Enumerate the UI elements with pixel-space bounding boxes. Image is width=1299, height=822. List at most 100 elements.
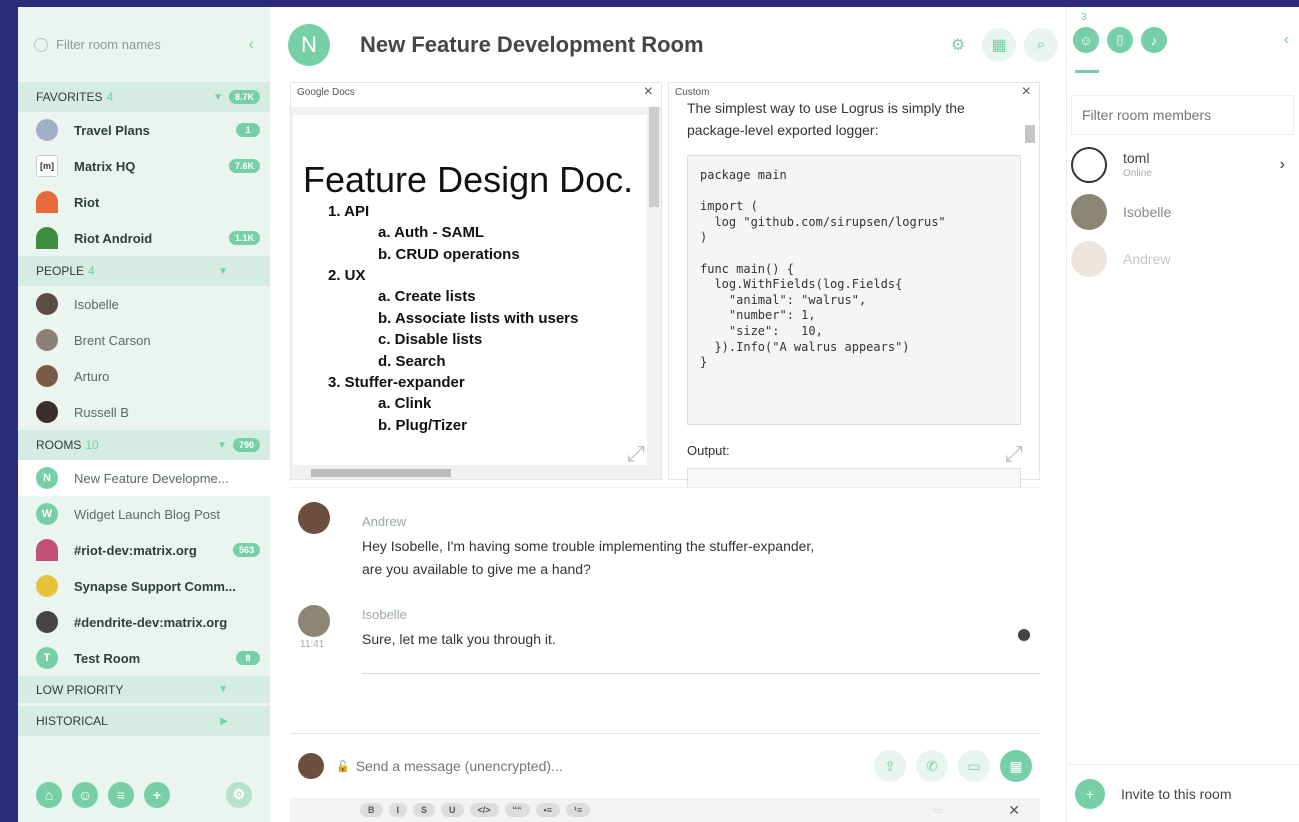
quote-button[interactable]: ““ — [504, 803, 530, 817]
room-filter-placeholder: Filter room names — [56, 37, 161, 52]
close-icon[interactable]: ✕ — [1008, 802, 1020, 819]
person-name: Arturo — [74, 368, 110, 384]
sender-name[interactable]: Isobelle — [362, 595, 1040, 622]
custom-widget[interactable]: Custom × The simplest way to use Logrus … — [668, 82, 1040, 488]
notifications-icon[interactable]: ♪ — [1141, 27, 1167, 53]
home-icon[interactable]: ⌂ — [36, 781, 62, 808]
message[interactable]: Isobelle 11:41 Sure, let me talk you thr… — [290, 595, 1040, 651]
chevron-right-icon: ▶ — [220, 715, 228, 727]
italic-button[interactable]: I — [388, 803, 408, 817]
people-count: 4 — [88, 264, 95, 278]
chevron-down-icon: ▼ — [213, 91, 223, 103]
room-name: Riot Android — [74, 230, 153, 246]
people-section-header[interactable]: PEOPLE 4 ▼ — [18, 256, 270, 286]
numbered-list-button[interactable]: ¹≡ — [565, 803, 591, 817]
room-dendrite-dev[interactable]: #dendrite-dev:matrix.org — [18, 604, 270, 640]
matrix-logo-icon: [m] — [36, 155, 58, 177]
member-item[interactable]: Isobelle — [1067, 188, 1299, 235]
collapse-sidebar-icon[interactable]: ‹ — [249, 36, 254, 54]
message-body: Hey Isobelle, I'm having some trouble im… — [362, 535, 1040, 581]
search-icon[interactable]: ⌕ — [1024, 27, 1058, 62]
strikethrough-button[interactable]: S — [413, 803, 436, 817]
room-riot-dev[interactable]: #riot-dev:matrix.org 563 — [18, 532, 270, 568]
message-composer: 🔓 ⇪ ✆ ▭ ▦ — [290, 733, 1040, 798]
avatar[interactable] — [298, 502, 330, 534]
timestamp: 11:41 — [300, 639, 325, 650]
message-input[interactable] — [355, 758, 864, 774]
scrollbar[interactable] — [311, 469, 451, 477]
favorites-section-header[interactable]: FAVORITES 4 ▼ 8.7K — [18, 82, 270, 112]
room-directory-icon[interactable]: ≡ — [108, 781, 134, 808]
room-matrix-hq[interactable]: [m] Matrix HQ 7.6K — [18, 148, 270, 184]
person-brent-carson[interactable]: Brent Carson — [18, 322, 270, 358]
person-isobelle[interactable]: Isobelle — [18, 286, 270, 322]
doc-list-item: a. Auth - SAML — [378, 224, 485, 241]
google-docs-widget[interactable]: Google Docs × Feature Design Doc. 1. API… — [290, 82, 662, 480]
video-call-icon[interactable]: ▭ — [958, 750, 990, 782]
rooms-count: 10 — [85, 438, 99, 452]
room-avatar: N — [36, 467, 58, 489]
google-doc-frame[interactable]: Feature Design Doc. 1. API a. Auth - SAML… — [291, 107, 661, 479]
members-icon[interactable]: ☺ — [1073, 27, 1099, 53]
settings-gear-icon[interactable]: ⚙ — [226, 781, 252, 808]
close-icon[interactable]: × — [1022, 83, 1031, 101]
close-icon[interactable]: × — [644, 83, 653, 101]
people-label: PEOPLE — [36, 264, 85, 278]
collapse-right-panel-icon[interactable]: ‹ — [1284, 31, 1289, 49]
person-arturo[interactable]: Arturo — [18, 358, 270, 394]
room-name: Widget Launch Blog Post — [74, 506, 220, 522]
member-item[interactable]: toml Online › — [1067, 141, 1299, 188]
room-travel-plans[interactable]: Travel Plans 1 — [18, 112, 270, 148]
bullet-list-button[interactable]: •≡ — [535, 803, 560, 817]
room-new-feature-development[interactable]: N New Feature Developme... — [18, 460, 270, 496]
expand-icon[interactable]: ⤢ — [1005, 441, 1029, 466]
room-name: Test Room — [74, 650, 141, 666]
apps-grid-icon[interactable]: ▦ — [982, 27, 1016, 62]
invite-button[interactable]: + Invite to this room — [1067, 764, 1299, 822]
avatar[interactable] — [298, 605, 330, 637]
expand-icon[interactable]: ⤢ — [627, 441, 651, 466]
member-count: 3 — [1081, 12, 1087, 23]
avatar — [36, 293, 58, 315]
member-item[interactable]: Andrew — [1067, 235, 1299, 282]
read-receipt-avatar[interactable] — [1018, 629, 1030, 641]
sender-name[interactable]: Andrew — [362, 488, 1040, 529]
voice-call-icon[interactable]: ✆ — [916, 750, 948, 782]
doc-list-item: a. Clink — [378, 395, 432, 412]
output-label: Output: — [687, 443, 730, 458]
low-priority-section-header[interactable]: LOW PRIORITY ▼ — [18, 676, 270, 706]
bold-button[interactable]: B — [360, 803, 383, 817]
message[interactable]: Andrew Hey Isobelle, I'm having some tro… — [290, 488, 1040, 581]
create-room-icon[interactable]: + — [144, 781, 170, 808]
room-avatar[interactable]: N — [288, 23, 330, 66]
room-filter[interactable]: Filter room names ‹ — [18, 7, 270, 82]
rooms-section-header[interactable]: ROOMS 10 ▼ 790 — [18, 430, 270, 460]
markdown-toggle-icon[interactable]: ▭ — [934, 805, 943, 816]
chevron-right-icon[interactable]: › — [1280, 156, 1285, 174]
scrollbar[interactable] — [1025, 115, 1035, 475]
message-body: Sure, let me talk you through it. — [362, 631, 556, 647]
member-filter-input[interactable] — [1071, 95, 1294, 135]
divider — [362, 673, 1040, 674]
search-icon — [34, 37, 48, 52]
doc-list-item: b. CRUD operations — [378, 245, 520, 263]
output-box — [687, 468, 1021, 488]
room-riot-android[interactable]: Riot Android 1.1K — [18, 220, 270, 256]
underline-button[interactable]: U — [441, 803, 464, 817]
room-settings-gear-icon[interactable]: ⚙ — [948, 28, 968, 62]
riot-logo-icon — [36, 539, 58, 561]
person-russell-b[interactable]: Russell B — [18, 394, 270, 430]
room-test-room[interactable]: T Test Room 8 — [18, 640, 270, 676]
start-chat-icon[interactable]: ☺ — [72, 781, 98, 808]
files-icon[interactable]: ▯ — [1107, 27, 1133, 53]
room-riot[interactable]: Riot — [18, 184, 270, 220]
favorites-count: 4 — [106, 90, 114, 104]
upload-icon[interactable]: ⇪ — [874, 750, 906, 782]
historical-section-header[interactable]: HISTORICAL ▶ — [18, 706, 270, 736]
apps-icon[interactable]: ▦ — [1000, 750, 1032, 782]
room-synapse-support[interactable]: Synapse Support Comm... — [18, 568, 270, 604]
room-widget-launch-blog-post[interactable]: W Widget Launch Blog Post — [18, 496, 270, 532]
room-title[interactable]: New Feature Development Room — [360, 32, 948, 58]
code-button[interactable]: </> — [469, 803, 499, 817]
scrollbar[interactable] — [649, 107, 659, 207]
